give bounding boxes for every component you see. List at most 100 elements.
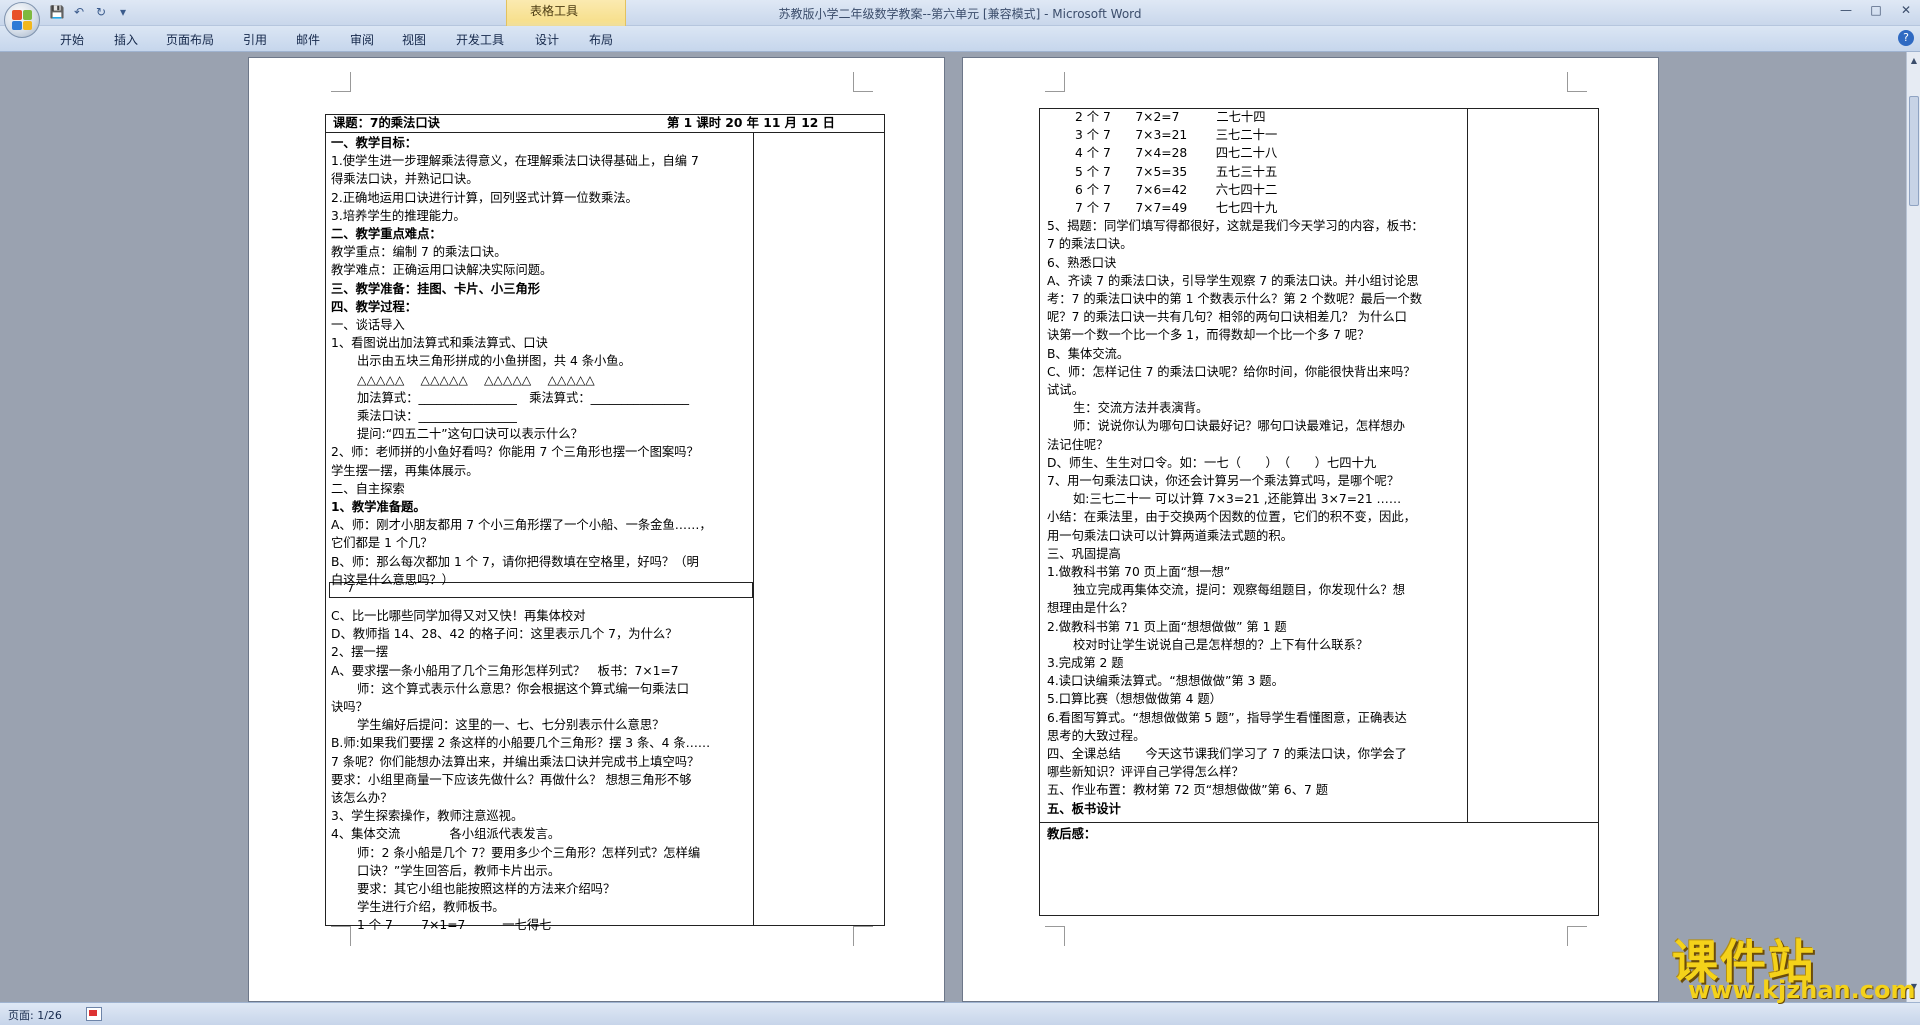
office-logo-icon [12,10,32,30]
ribbon-tabs: 开始 插入 页面布局 引用 邮件 审阅 视图 开发工具 设计 布局 [0,26,1920,52]
status-bar: 页面: 1/26 [0,1002,1920,1025]
text-line: 小结：在乘法里，由于交换两个因数的位置，它们的积不变，因此， [1047,510,1416,525]
text-line: 用一句乘法口诀可以计算两道乘法式题的积。 [1047,528,1293,543]
text-line: 教学重点：编制 7 的乘法口诀。 [331,245,507,260]
reflection-label: 教后感： [1047,827,1097,841]
window-controls: — □ ✕ [1838,2,1914,18]
tab-review[interactable]: 审阅 [350,31,374,48]
text-line: C、师：怎样记住 7 的乘法口诀呢？给你时间，你能很快背出来吗？ [1047,364,1416,379]
window-title: 苏教版小学二年级数学教案--第六单元 [兼容模式] - Microsoft Wo… [778,7,1142,21]
quick-access-toolbar: 💾 ↶ ↻ ▾ [48,3,132,21]
watermark-url: www.kjzhan.com [1688,976,1916,1004]
tab-references[interactable]: 引用 [243,31,267,48]
close-icon[interactable]: ✕ [1898,2,1914,18]
table-rule [325,132,885,133]
text-line: 学生编好后提问：这里的一、七、七分别表示什么意思？ [357,718,665,733]
text-line: 2.做教科书第 71 页上面“想想做做” 第 1 题 [1047,619,1287,634]
text-line: 校对时让学生说说自己是怎样想的？上下有什么联系？ [1073,637,1369,652]
lesson-date: 第 1 课时 20 年 11 月 12 日 [667,116,835,130]
text-line: 思考的大致过程。 [1047,728,1146,743]
maximize-icon[interactable]: □ [1868,2,1884,18]
proofing-icon[interactable] [86,1007,102,1021]
table-rule [1039,822,1599,823]
customize-icon[interactable]: ▾ [114,3,132,21]
text-line: 要求：其它小组也能按照这样的方法来介绍吗？ [357,882,616,896]
text-line: 三、巩固提高 [1047,546,1121,561]
page-counter[interactable]: 页面: 1/26 [8,1007,62,1023]
crop-mark [331,72,351,92]
text-line: 四、全课总结 今天这节课我们学习了 7 的乘法口诀，你学会了 [1047,747,1407,761]
text-line: A、齐读 7 的乘法口诀，引导学生观察 7 的乘法口诀。并小组讨论思 [1047,273,1419,288]
tab-mailings[interactable]: 邮件 [296,31,320,48]
text-line: A、师：刚才小朋友都用 7 个小三角形摆了一个小船、一条金鱼……， [331,518,712,533]
text-line: 6 个 7 7×6=42 六七四十二 [1075,182,1278,197]
table-rule [1467,108,1468,822]
tab-view[interactable]: 视图 [402,31,426,48]
text-line: 试试。 [1047,383,1084,397]
text-line: 5、揭题：同学们填写得都很好，这就是我们今天学习的内容，板书： [1047,219,1424,234]
page-2: 教后感： 2 个 7 7×2=7 二七十四 3 个 7 7×3=21 三七二十一 4… [962,57,1659,1002]
text-line: 1.使学生进一步理解乘法得意义，在理解乘法口诀得基础上，自编 7 [331,154,699,169]
undo-icon[interactable]: ↶ [70,3,88,21]
text-line: 7、用一句乘法口诀，你还会计算另一个乘法算式吗，是哪个呢？ [1047,474,1400,488]
text-line: 6.看图写算式。“想想做做第 5 题”，指导学生看懂图意，正确表达 [1047,710,1407,725]
tab-home[interactable]: 开始 [60,31,84,48]
title-bar: 表格工具 苏教版小学二年级数学教案--第六单元 [兼容模式] - Microso… [0,0,1920,52]
redo-icon[interactable]: ↻ [92,3,110,21]
text-line: 五、板书设计 [1047,801,1121,816]
text-line: 2、师：老师拼的小鱼好看吗？你能用 7 个三角形也摆一个图案吗？ [331,445,699,460]
text-line: 提问:“四五二十”这句口诀可以表示什么？ [357,427,583,442]
lesson-title: 课题：7的乘法口诀 [333,116,440,130]
text-line: 一、教学目标： [331,136,418,150]
text-line: 师：这个算式表示什么意思？你会根据这个算式编一句乘法口 [357,681,690,696]
text-line: 4 个 7 7×4=28 四七二十八 [1075,146,1278,161]
text-line: 如:三七二十一 可以计算 7×3=21 ,还能算出 3×7=21 …… [1073,492,1402,507]
text-line: 学生进行介绍，教师板书。 [357,900,505,915]
tab-page-layout[interactable]: 页面布局 [166,31,214,48]
text-line: 3.完成第 2 题 [1047,656,1124,670]
tab-developer[interactable]: 开发工具 [456,31,504,48]
text-line: 诀吗？ [331,700,368,714]
crop-mark [1045,926,1065,946]
text-line: 2、摆一摆 [331,645,389,660]
crop-mark [853,926,873,946]
text-line: D、教师指 14、28、42 的格子问：这里表示几个 7，为什么？ [331,627,678,642]
text-line: 学生摆一摆，再集体展示。 [331,463,479,478]
text-line: 哪些新知识？评评自己学得怎么样？ [1047,765,1244,780]
save-icon[interactable]: 💾 [48,3,66,21]
text-line: 1.做教科书第 70 页上面“想一想” [1047,565,1231,579]
tab-design[interactable]: 设计 [535,31,559,48]
text-line: A、要求摆一条小船用了几个三角形怎样列式？ 板书：7×1=7 [331,663,679,678]
scroll-thumb[interactable] [1909,96,1919,206]
text-line: 生：交流方法并表演背。 [1073,401,1209,416]
text-line: 诀第一个数一个比一个多 1，而得数却一个比一个多 7 呢？ [1047,328,1370,343]
text-line: 二、教学重点难点： [331,227,442,241]
text-line: 1、看图说出加法算式和乘法算式、口诀 [331,336,548,351]
text-line: 呢？7 的乘法口诀一共有几句？相邻的两句口诀相差几？ 为什么口 [1047,310,1407,325]
help-icon[interactable]: ? [1898,30,1914,46]
text-line: 考：7 的乘法口诀中的第 1 个数表示什么？第 2 个数呢？最后一个数 [1047,292,1423,306]
crop-mark [1567,926,1587,946]
tab-layout[interactable]: 布局 [589,31,613,48]
office-button[interactable] [4,2,40,38]
text-line: 它们都是 1 个几？ [331,536,433,551]
text-line: 要求：小组里商量一下应该先做什么？再做什么？ 想想三角形不够 [331,772,692,787]
minimize-icon[interactable]: — [1838,2,1854,18]
text-line: 7 条呢？你们能想办法算出来，并编出乘法口诀并完成书上填空吗？ [331,754,700,769]
text-line: 3 个 7 7×3=21 三七二十一 [1075,128,1278,143]
vertical-scrollbar[interactable]: ▲ ▼ [1906,52,1920,1002]
page-1: 课题：7的乘法口诀 第 1 课时 20 年 11 月 12 日 7 一、教学目标… [248,57,945,1002]
text-line: 3、学生探索操作，教师注意巡视。 [331,809,524,824]
crop-mark [1045,72,1065,92]
tab-insert[interactable]: 插入 [114,31,138,48]
text-line: 出示由五块三角形拼成的小鱼拼图，共 4 条小鱼。 [357,354,631,369]
text-line: △△△△△ △△△△△ △△△△△ △△△△△ [357,372,595,387]
crop-mark [331,926,351,946]
text-line: 7 的乘法口诀。 [1047,237,1133,252]
text-line: B、集体交流。 [1047,346,1130,361]
text-line: 4、集体交流 各小组派代表发言。 [331,827,561,842]
scroll-up-icon[interactable]: ▲ [1909,56,1919,66]
text-line: 想理由是什么？ [1047,601,1134,616]
text-line: 五、作业布置：教材第 72 页“想想做做”第 6、7 题 [1047,783,1329,798]
text-line: 白这是什么意思吗？） [331,572,454,587]
